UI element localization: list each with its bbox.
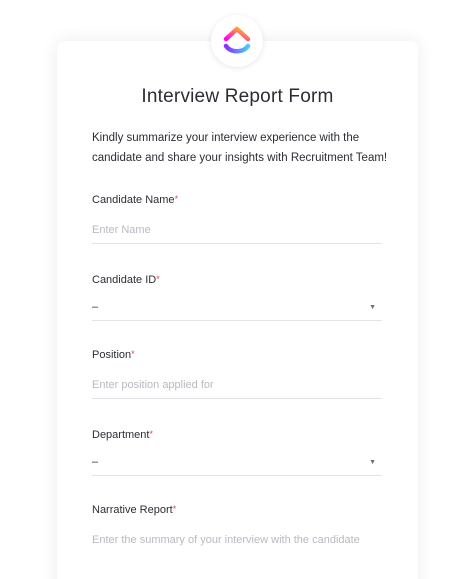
candidate-id-label: Candidate ID* xyxy=(92,274,160,286)
required-mark: * xyxy=(174,194,179,204)
position-field: Position* xyxy=(92,349,382,399)
narrative-report-input[interactable] xyxy=(92,527,382,553)
required-mark: * xyxy=(149,429,153,439)
candidate-name-input[interactable] xyxy=(92,217,382,244)
candidate-name-label: Candidate Name* xyxy=(92,194,179,206)
position-input[interactable] xyxy=(92,372,382,399)
required-mark: * xyxy=(131,349,135,359)
department-label: Department* xyxy=(92,429,153,441)
narrative-report-field: Narrative Report* xyxy=(92,504,382,553)
form-description: Kindly summarize your interview experien… xyxy=(92,132,388,164)
candidate-id-selected: – xyxy=(92,301,99,313)
required-mark: * xyxy=(172,504,177,514)
department-selected: – xyxy=(92,456,99,468)
department-field: Department* – ▼ xyxy=(92,429,382,476)
dropdown-arrow-icon: ▼ xyxy=(369,303,376,311)
narrative-report-label: Narrative Report* xyxy=(92,504,177,516)
form-title: Interview Report Form xyxy=(141,86,334,107)
position-label: Position* xyxy=(92,349,135,361)
clickup-logo-icon xyxy=(223,26,251,54)
candidate-id-dropdown[interactable]: – ▼ xyxy=(92,294,382,321)
form-page: Interview Report Form Kindly summarize y… xyxy=(0,0,474,579)
candidate-name-field: Candidate Name* xyxy=(92,194,382,244)
required-mark: * xyxy=(156,274,160,284)
dropdown-arrow-icon: ▼ xyxy=(369,458,376,466)
candidate-id-field: Candidate ID* – ▼ xyxy=(92,274,382,321)
department-dropdown[interactable]: – ▼ xyxy=(92,449,382,476)
logo-badge xyxy=(211,15,263,67)
